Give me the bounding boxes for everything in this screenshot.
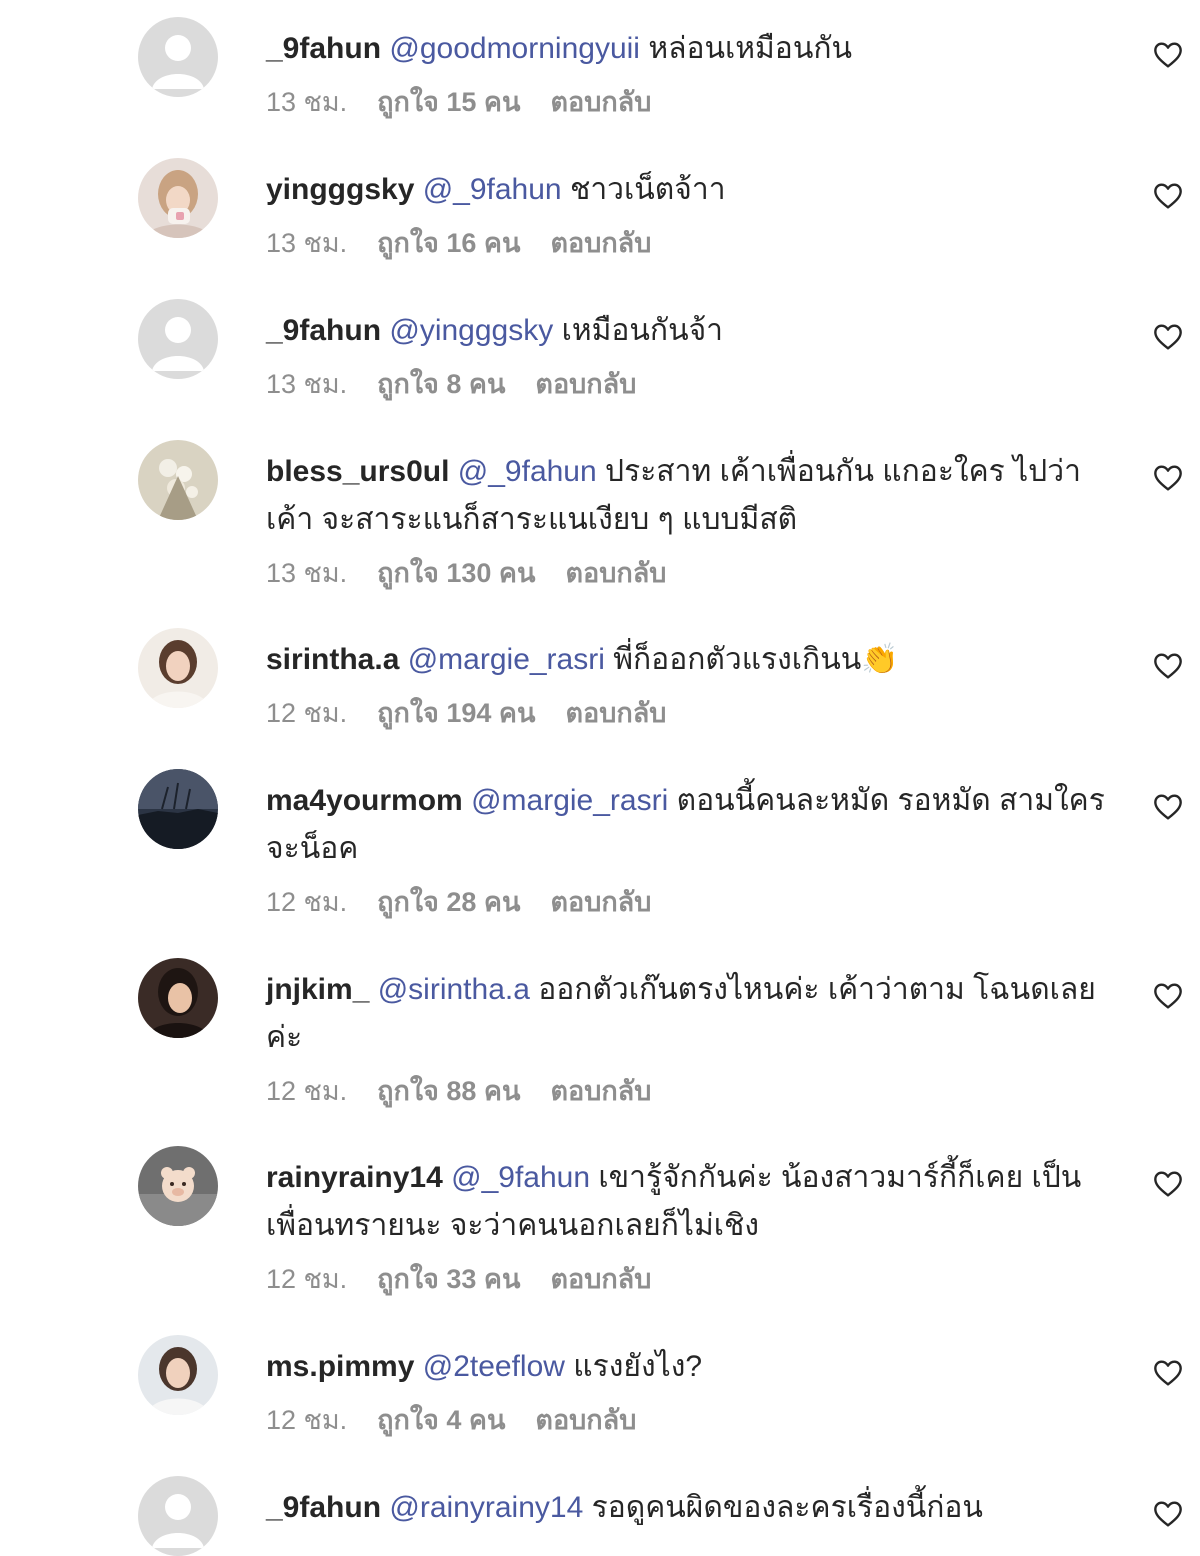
- comment-likes[interactable]: ถูกใจ 194 คน: [377, 698, 535, 728]
- comment-time[interactable]: 13 ชม.: [266, 369, 347, 399]
- comment-time[interactable]: 13 ชม.: [266, 87, 347, 117]
- default-avatar-icon[interactable]: [138, 299, 218, 379]
- comment-username[interactable]: _9fahun: [266, 314, 381, 347]
- comment-text: ชาวเน็ตจ้าา: [569, 173, 726, 206]
- reply-button[interactable]: ตอบกลับ: [535, 369, 636, 399]
- comment-username[interactable]: ma4yourmom: [266, 784, 463, 817]
- default-avatar-icon[interactable]: [138, 1476, 218, 1556]
- comment-likes[interactable]: ถูกใจ 88 คน: [377, 1076, 520, 1106]
- comment-list: _9fahun @goodmorningyuii หล่อนเหมือนกัน …: [0, 0, 1200, 1556]
- comment-username[interactable]: yingggsky: [266, 173, 414, 206]
- heart-icon[interactable]: [1152, 791, 1184, 823]
- reply-button[interactable]: ตอบกลับ: [565, 558, 666, 588]
- comment-time[interactable]: 12 ชม.: [266, 1076, 347, 1106]
- comment-username[interactable]: _9fahun: [266, 32, 381, 65]
- comment-text: แรงยังไง?: [573, 1350, 703, 1383]
- heart-icon[interactable]: [1152, 462, 1184, 494]
- avatar[interactable]: [138, 1335, 218, 1415]
- comment-likes[interactable]: ถูกใจ 33 คน: [377, 1264, 520, 1294]
- avatar[interactable]: [138, 958, 218, 1038]
- comment-text: พี่ก็ออกตัวแรงเกินน👏: [613, 643, 899, 676]
- heart-icon[interactable]: [1152, 1498, 1184, 1530]
- comment-mention[interactable]: @_9fahun: [423, 173, 562, 206]
- comment-likes[interactable]: ถูกใจ 16 คน: [377, 228, 520, 258]
- comment-mention[interactable]: @sirintha.a: [378, 973, 530, 1006]
- reply-button[interactable]: ตอบกลับ: [550, 87, 651, 117]
- heart-icon[interactable]: [1152, 321, 1184, 353]
- reply-button[interactable]: ตอบกลับ: [550, 228, 651, 258]
- comment-username[interactable]: rainyrainy14: [266, 1161, 443, 1194]
- comment-mention[interactable]: @margie_rasri: [408, 643, 605, 676]
- comment-mention[interactable]: @goodmorningyuii: [389, 32, 640, 65]
- comment-text: เหมือนกันจ้า: [561, 314, 724, 347]
- comment-username[interactable]: jnjkim_: [266, 973, 369, 1006]
- comment-text: หล่อนเหมือนกัน: [648, 32, 852, 65]
- comment-likes[interactable]: ถูกใจ 8 คน: [377, 369, 505, 399]
- comment-time[interactable]: 12 ชม.: [266, 698, 347, 728]
- comment-username[interactable]: bless_urs0ul: [266, 455, 449, 488]
- comment-text: รอดูคนผิดของละครเรื่องนี้ก่อน: [591, 1491, 983, 1524]
- comment-likes[interactable]: ถูกใจ 130 คน: [377, 558, 535, 588]
- comment-time[interactable]: 12 ชม.: [266, 887, 347, 917]
- comment-username[interactable]: sirintha.a: [266, 643, 399, 676]
- reply-button[interactable]: ตอบกลับ: [535, 1405, 636, 1435]
- heart-icon[interactable]: [1152, 180, 1184, 212]
- reply-button[interactable]: ตอบกลับ: [565, 698, 666, 728]
- comment-mention[interactable]: @margie_rasri: [471, 784, 668, 817]
- avatar[interactable]: [138, 769, 218, 849]
- reply-button[interactable]: ตอบกลับ: [550, 887, 651, 917]
- heart-icon[interactable]: [1152, 650, 1184, 682]
- comment-mention[interactable]: @_9fahun: [451, 1161, 590, 1194]
- avatar[interactable]: [138, 1146, 218, 1226]
- heart-icon[interactable]: [1152, 1168, 1184, 1200]
- comment-username[interactable]: _9fahun: [266, 1491, 381, 1524]
- comment-time[interactable]: 13 ชม.: [266, 228, 347, 258]
- heart-icon[interactable]: [1152, 1357, 1184, 1389]
- comment-time[interactable]: 12 ชม.: [266, 1405, 347, 1435]
- reply-button[interactable]: ตอบกลับ: [550, 1264, 651, 1294]
- comment-mention[interactable]: @rainyrainy14: [389, 1491, 583, 1524]
- avatar[interactable]: [138, 628, 218, 708]
- avatar[interactable]: [138, 440, 218, 520]
- comment-time[interactable]: 13 ชม.: [266, 558, 347, 588]
- comment-time[interactable]: 12 ชม.: [266, 1264, 347, 1294]
- comment-mention[interactable]: @_9fahun: [458, 455, 597, 488]
- avatar[interactable]: [138, 158, 218, 238]
- reply-button[interactable]: ตอบกลับ: [550, 1076, 651, 1106]
- default-avatar-icon[interactable]: [138, 17, 218, 97]
- comment-likes[interactable]: ถูกใจ 15 คน: [377, 87, 520, 117]
- heart-icon[interactable]: [1152, 980, 1184, 1012]
- heart-icon[interactable]: [1152, 39, 1184, 71]
- comment-likes[interactable]: ถูกใจ 28 คน: [377, 887, 520, 917]
- comment-mention[interactable]: @2teeflow: [423, 1350, 565, 1383]
- comment-mention[interactable]: @yingggsky: [389, 314, 553, 347]
- comment-likes[interactable]: ถูกใจ 4 คน: [377, 1405, 505, 1435]
- comment-username[interactable]: ms.pimmy: [266, 1350, 414, 1383]
